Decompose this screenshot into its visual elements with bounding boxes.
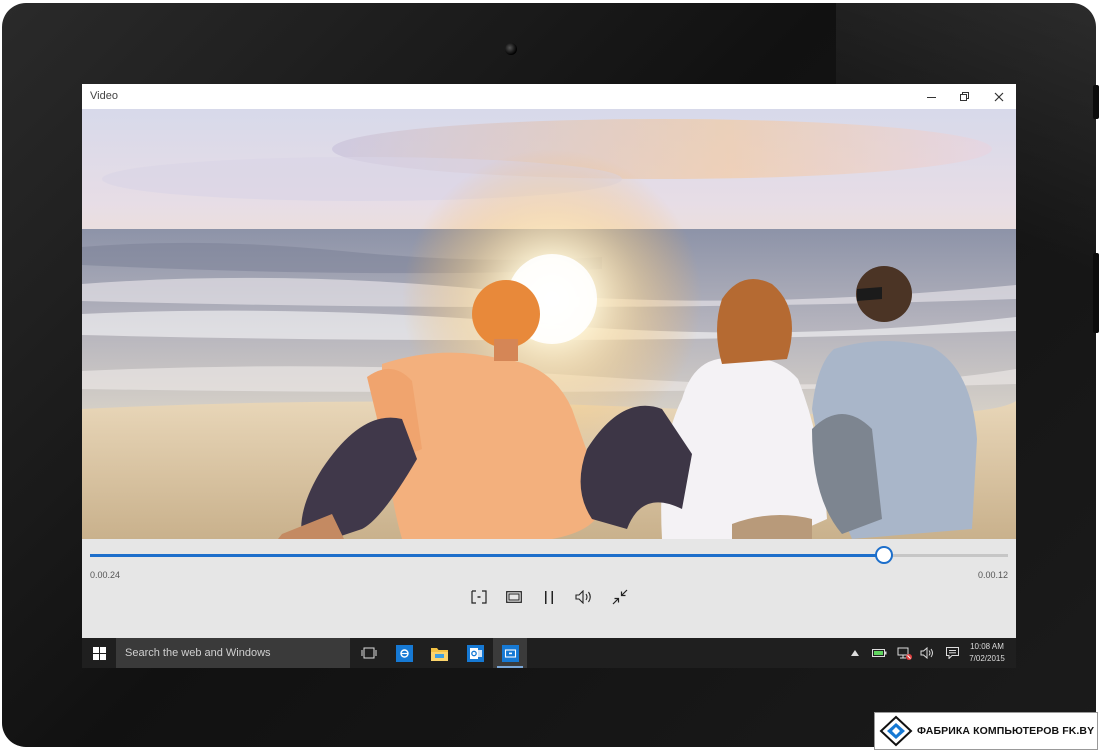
video-frame[interactable] [82,109,1016,539]
restore-button[interactable] [950,86,980,107]
volume-rocker [1093,253,1099,333]
seek-bar[interactable] [90,546,1008,564]
exit-fullscreen-icon [612,589,628,605]
taskbar-internet-explorer[interactable] [387,638,421,668]
taskbar-outlook[interactable] [458,638,492,668]
close-button[interactable] [984,86,1014,107]
video-app-icon [501,644,519,662]
network-icon [897,647,912,660]
media-controls: 0.00.24 0.00.12 [82,539,1016,638]
file-explorer-icon [430,647,448,661]
minimize-icon [927,96,936,98]
close-icon [994,92,1004,101]
remaining-time: 0.00.12 [977,570,1008,580]
task-view-button[interactable] [352,638,386,668]
show-hidden-icons-button[interactable] [848,638,862,668]
taskbar-clock[interactable]: 10:08 AM 7/02/2015 [962,641,1012,665]
tablet-screen: Video 0.00.24 0.00.12 Search the web and… [82,84,1016,668]
action-center-icon [945,647,959,659]
pause-button[interactable] [535,584,563,610]
cast-to-device-icon [471,590,487,604]
fk-diamond-logo-icon [879,715,913,747]
window-title: Video [90,90,118,102]
window-titlebar: Video [82,84,1016,109]
volume-icon [575,590,591,604]
minimize-button[interactable] [917,86,947,107]
restore-icon [960,91,969,101]
watermark-text: ФАБРИКА КОМПЬЮТЕРОВ FK.BY [917,725,1095,737]
exit-fullscreen-button[interactable] [606,584,634,610]
power-button [1093,85,1099,119]
task-view-icon [361,647,377,659]
taskbar-file-explorer[interactable] [422,638,456,668]
seek-thumb[interactable] [875,546,894,564]
speaker-icon [920,647,933,659]
outlook-icon [466,644,484,662]
volume-button[interactable] [570,584,598,610]
battery-icon [871,649,886,657]
taskbar: Search the web and Windows 10:08 AM 7/02… [82,638,1016,668]
elapsed-time: 0.00.24 [90,570,121,580]
volume-tray[interactable] [917,638,937,668]
front-camera [505,43,517,55]
clock-time: 10:08 AM [970,642,1004,651]
seek-bar-progress [90,554,885,557]
taskbar-video-app[interactable] [493,638,527,668]
aspect-ratio-icon [506,591,522,603]
windows-logo-icon [92,646,106,660]
chevron-up-icon [851,650,859,656]
watermark-logo: ФАБРИКА КОМПЬЮТЕРОВ FK.BY [874,712,1098,750]
pause-icon [545,590,553,604]
aspect-ratio-button[interactable] [500,584,528,610]
internet-explorer-icon [395,644,413,662]
clock-date: 7/02/2015 [969,654,1005,663]
taskbar-search-box[interactable]: Search the web and Windows [116,638,350,668]
start-button[interactable] [82,638,116,668]
battery-status[interactable] [869,638,889,668]
cast-button[interactable] [465,584,493,610]
network-status[interactable] [894,638,914,668]
action-center-button[interactable] [942,638,962,668]
beach-sunset-scene [82,119,1016,539]
